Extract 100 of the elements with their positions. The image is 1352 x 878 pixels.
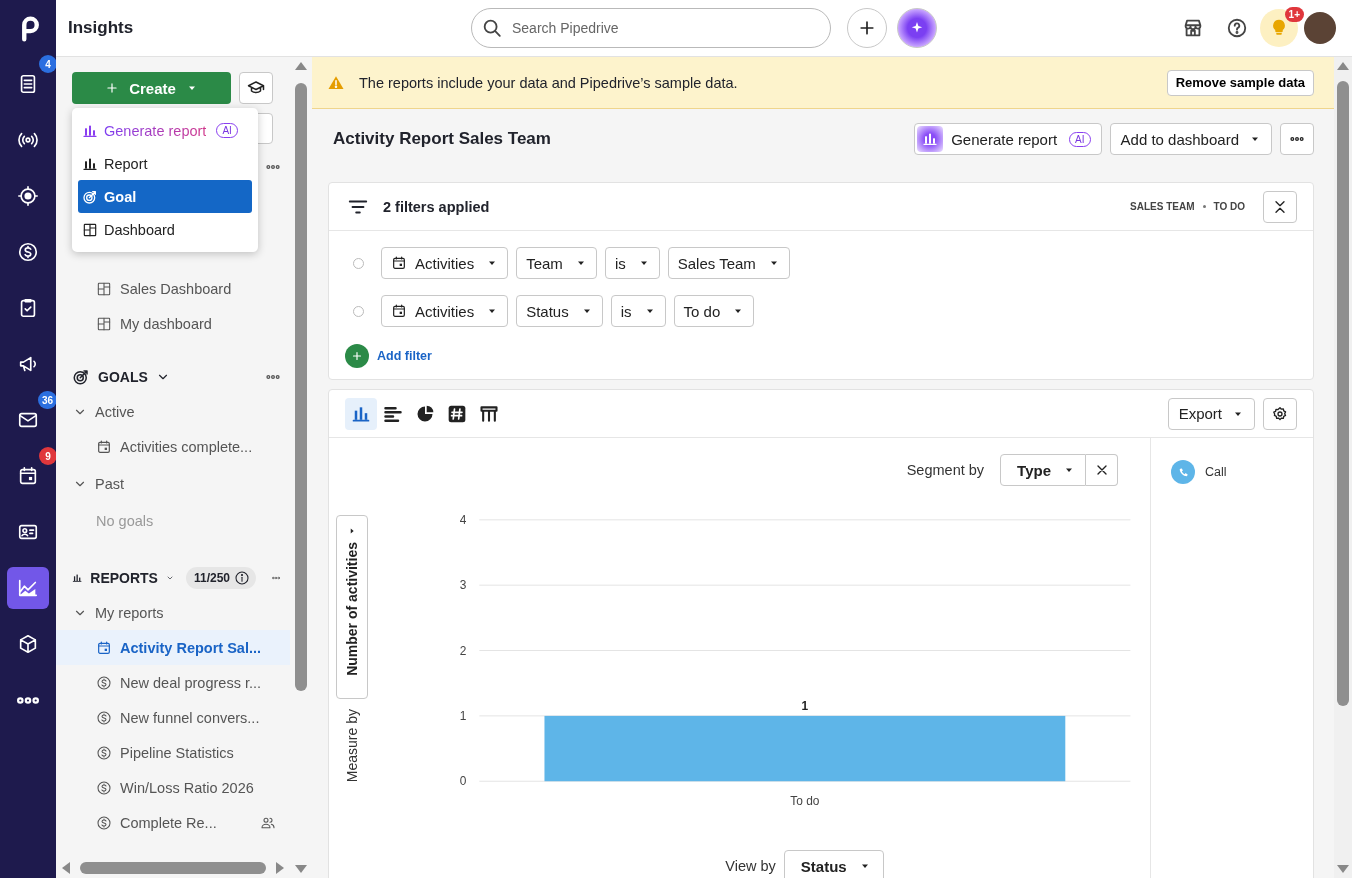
add-filter-icon[interactable] (345, 344, 369, 368)
info-icon (234, 570, 250, 586)
table-icon (479, 403, 499, 424)
collapse-icon (1272, 198, 1288, 215)
sidebar-item[interactable]: Pipeline Statistics (56, 735, 290, 770)
dashboard-icon (96, 280, 112, 297)
entity-dropdown[interactable]: Activities (381, 247, 509, 279)
learn-button[interactable] (239, 72, 273, 104)
menu-item[interactable]: Report (78, 147, 252, 180)
sidebar-item[interactable]: Sales Dashboard (56, 271, 290, 306)
box-icon (17, 633, 39, 655)
sidebar-item[interactable]: Win/Loss Ratio 2026 (56, 770, 290, 805)
tree-toggle[interactable]: Past (56, 466, 290, 501)
field-dropdown[interactable]: Team (516, 247, 597, 279)
generate-report-button[interactable]: Generate report AI (914, 123, 1102, 155)
more-icon (1290, 137, 1304, 141)
value-dropdown[interactable]: Sales Team (667, 247, 790, 279)
dollar-icon (17, 241, 39, 263)
tree-toggle[interactable]: Active (56, 394, 290, 429)
separator-dot (1202, 205, 1206, 208)
more-icon (17, 696, 39, 704)
axis-tick-label: 1 (459, 708, 467, 723)
dollar-icon (96, 674, 112, 691)
tips-button[interactable] (1260, 9, 1298, 47)
segment-dropdown[interactable]: Type (1000, 454, 1086, 486)
page-title: Insights (67, 18, 135, 38)
axis-tick-label: 4 (459, 512, 467, 527)
bar-chart-icon (917, 126, 944, 152)
axis-tick-label: 0 (459, 774, 467, 789)
measure-dropdown[interactable]: Number of activities (335, 515, 368, 699)
count-badge: 36 (37, 391, 57, 409)
axis-tick-label: 3 (459, 578, 467, 593)
number-icon (447, 403, 467, 424)
create-button[interactable]: Create (72, 72, 231, 104)
section-title[interactable]: REPORTS (90, 570, 158, 586)
step-dot (353, 305, 364, 317)
help-icon[interactable] (1226, 17, 1248, 39)
report-title: Activity Report Sales Team (333, 129, 551, 149)
dashboard-icon (82, 221, 98, 238)
scrollbar[interactable] (1334, 57, 1352, 878)
measure-label: Measure by (343, 709, 360, 783)
settings-button[interactable] (1263, 397, 1297, 430)
dashboard-icon (96, 315, 112, 332)
chart-icon (17, 577, 39, 599)
filter-tag: SALES TEAM (1130, 201, 1195, 212)
goal-icon (82, 188, 98, 205)
sidebar-item[interactable]: Complete Re... (56, 805, 290, 840)
more-icon[interactable] (266, 375, 280, 379)
collapse-button[interactable] (1263, 190, 1297, 223)
operator-dropdown[interactable]: is (610, 295, 666, 327)
search-field[interactable]: Search Pipedrive (471, 8, 831, 48)
menu-item[interactable]: Goal (78, 180, 252, 213)
sidebar-item[interactable]: New deal progress r... (56, 665, 290, 700)
add-filter-link[interactable]: Add filter (377, 349, 432, 363)
menu-item[interactable]: Generate report AI (78, 114, 252, 147)
field-dropdown[interactable]: Status (516, 295, 603, 327)
axis-tick-label: 2 (459, 643, 467, 658)
data-label: 1 (801, 698, 808, 713)
tree-toggle[interactable]: My reports (56, 595, 290, 630)
avatar[interactable] (1304, 12, 1336, 44)
axis-category-label: To do (790, 794, 820, 808)
calendar-icon (391, 303, 407, 319)
menu-item[interactable]: Dashboard (78, 213, 252, 246)
count-badge: 11/250 (185, 567, 256, 589)
remove-sample-button[interactable]: Remove sample data (1166, 69, 1314, 96)
value-dropdown[interactable]: To do (673, 295, 755, 327)
pie-chart-icon (415, 403, 435, 424)
legend-item[interactable]: Call (1171, 460, 1293, 484)
sidebar-item[interactable]: My dashboard (56, 306, 290, 341)
more-icon[interactable] (266, 165, 280, 169)
segment-label: Segment by (906, 462, 985, 478)
entity-dropdown[interactable]: Activities (381, 295, 509, 327)
dollar-icon (96, 744, 112, 761)
sidebar-item[interactable]: Activities complete... (56, 429, 290, 464)
calendar-icon (17, 465, 39, 487)
goal-icon (72, 368, 90, 386)
count-badge: 4 (39, 55, 57, 73)
more-button[interactable] (1280, 123, 1314, 155)
nav-item[interactable] (7, 567, 49, 609)
section-title[interactable]: GOALS (98, 369, 148, 385)
banner-text: The reports include your data and Pipedrive’s sample data. (359, 74, 738, 91)
add-to-dashboard-button[interactable]: Add to dashboard (1109, 123, 1272, 155)
sidebar-item[interactable]: Activity Report Sal... (56, 630, 290, 665)
search-icon (481, 17, 503, 39)
clear-button[interactable] (1086, 454, 1118, 486)
settings-icon (1272, 405, 1288, 422)
add-button[interactable] (847, 8, 887, 48)
dollar-icon (96, 709, 112, 726)
view-by-dropdown[interactable]: Status (783, 850, 884, 878)
plus-icon (105, 81, 120, 95)
ai-button[interactable] (897, 8, 937, 48)
operator-dropdown[interactable]: is (604, 247, 660, 279)
calendar-icon (96, 639, 112, 656)
export-button[interactable]: Export (1167, 397, 1255, 430)
more-icon[interactable] (272, 576, 280, 580)
store-icon[interactable] (1182, 17, 1204, 39)
dollar-icon (96, 814, 112, 831)
dollar-icon (96, 779, 112, 796)
step-dot (353, 257, 364, 269)
sidebar-item[interactable]: New funnel convers... (56, 700, 290, 735)
